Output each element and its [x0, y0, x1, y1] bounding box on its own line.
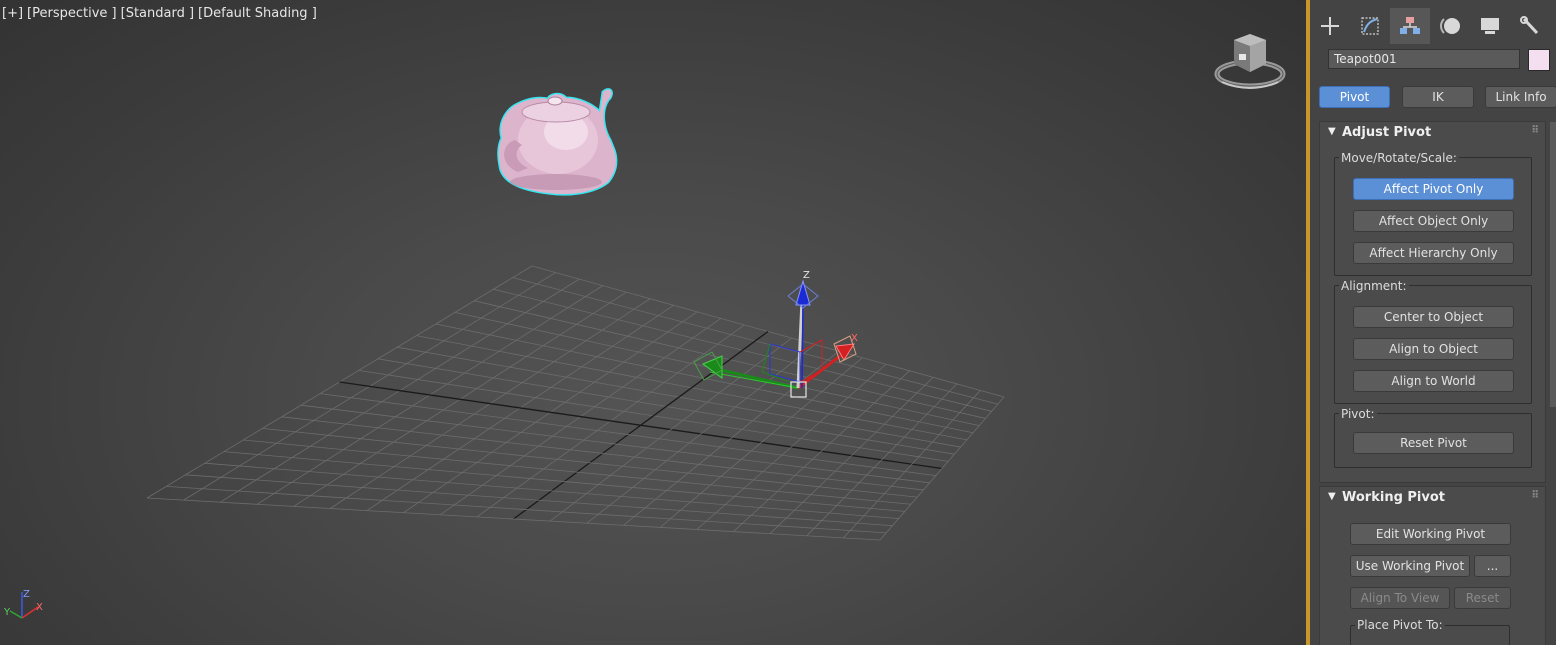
- use-working-pivot-button[interactable]: Use Working Pivot: [1350, 555, 1470, 577]
- affect-object-only-button[interactable]: Affect Object Only: [1353, 210, 1514, 232]
- home-grid: [146, 265, 1005, 541]
- collapse-triangle-icon: ▼: [1328, 491, 1336, 502]
- working-pivot-more-button[interactable]: ...: [1474, 555, 1511, 577]
- grid-line: [204, 462, 899, 519]
- hierarchy-icon: [1400, 17, 1420, 34]
- align-to-world-button[interactable]: Align to World: [1353, 370, 1514, 392]
- subtab-ik[interactable]: IK: [1402, 86, 1474, 108]
- gizmo-z-label: Z: [803, 270, 810, 281]
- tab-display[interactable]: [1470, 8, 1510, 44]
- tab-motion[interactable]: [1430, 8, 1470, 44]
- perspective-viewport[interactable]: Z X [+] [Perspective ] [Standard ] [Defa…: [0, 0, 1306, 645]
- command-panel-scrollbar[interactable]: [1550, 122, 1556, 407]
- command-panel-tabs: [1310, 8, 1556, 44]
- display-icon: [1481, 18, 1499, 34]
- alignment-label: Alignment:: [1339, 279, 1409, 293]
- object-color-swatch[interactable]: [1528, 49, 1550, 71]
- motion-icon: [1440, 18, 1460, 34]
- collapse-triangle-icon: ▼: [1328, 126, 1336, 137]
- grid-line: [166, 486, 887, 534]
- align-to-view-button[interactable]: Align To View: [1350, 587, 1450, 609]
- reset-pivot-button[interactable]: Reset Pivot: [1353, 432, 1514, 454]
- move-rotate-scale-label: Move/Rotate/Scale:: [1339, 151, 1459, 165]
- affect-pivot-only-button[interactable]: Affect Pivot Only: [1353, 178, 1514, 200]
- move-rotate-scale-group: Move/Rotate/Scale: Affect Pivot Only Aff…: [1334, 151, 1532, 276]
- axis-z-label: Z: [23, 589, 30, 600]
- rollout-grip-icon[interactable]: ⠿: [1531, 125, 1539, 136]
- object-name-field[interactable]: [1328, 49, 1520, 69]
- subtab-link-info[interactable]: Link Info: [1485, 86, 1556, 108]
- utilities-wrench-icon: [1520, 16, 1539, 35]
- grid-line: [806, 383, 958, 537]
- pivot-group-label: Pivot:: [1339, 407, 1377, 421]
- tab-hierarchy[interactable]: [1390, 8, 1430, 44]
- viewport-shading-menu[interactable]: [Default Shading ]: [198, 6, 317, 21]
- place-pivot-to-label: Place Pivot To:: [1355, 618, 1445, 632]
- alignment-group: Alignment: Center to Object Align to Obj…: [1334, 279, 1532, 404]
- teapot-object[interactable]: [497, 88, 618, 196]
- working-pivot-rollout: ▼ Working Pivot ⠿ Edit Working Pivot Use…: [1319, 486, 1546, 645]
- center-to-object-button[interactable]: Center to Object: [1353, 306, 1514, 328]
- axis-x-label: X: [36, 602, 43, 613]
- adjust-pivot-rollout: ▼ Adjust Pivot ⠿ Move/Rotate/Scale: Affe…: [1319, 121, 1546, 483]
- viewport-general-menu[interactable]: [+]: [2, 6, 23, 21]
- grid-line: [185, 474, 893, 527]
- align-to-object-button[interactable]: Align to Object: [1353, 338, 1514, 360]
- edit-working-pivot-button[interactable]: Edit Working Pivot: [1350, 523, 1511, 545]
- viewcube-icon[interactable]: [1212, 30, 1292, 94]
- working-pivot-header[interactable]: ▼ Working Pivot ⠿: [1320, 487, 1545, 509]
- adjust-pivot-title: Adjust Pivot: [1342, 125, 1432, 140]
- grid-line: [146, 497, 881, 541]
- working-pivot-title: Working Pivot: [1342, 490, 1446, 505]
- tab-utilities[interactable]: [1510, 8, 1550, 44]
- scene-canvas[interactable]: Z X: [0, 0, 1306, 645]
- grid-line: [879, 396, 1005, 541]
- affect-hierarchy-only-button[interactable]: Affect Hierarchy Only: [1353, 242, 1514, 264]
- axis-tripod-icon: Z X Y: [3, 589, 43, 619]
- viewport-label-menu: [+] [Perspective ] [Standard ] [Default …: [2, 6, 317, 21]
- working-pivot-reset-button[interactable]: Reset: [1454, 587, 1511, 609]
- adjust-pivot-header[interactable]: ▼ Adjust Pivot ⠿: [1320, 122, 1545, 144]
- pivot-group: Pivot: Reset Pivot: [1334, 407, 1532, 468]
- tab-modify[interactable]: [1350, 8, 1390, 44]
- tab-create[interactable]: [1310, 8, 1350, 44]
- place-pivot-to-group: Place Pivot To:: [1350, 618, 1510, 645]
- viewport-style-menu[interactable]: [Standard ]: [121, 6, 194, 21]
- subtab-pivot[interactable]: Pivot: [1319, 86, 1390, 108]
- gizmo-x-label: X: [851, 333, 858, 344]
- rollout-grip-icon[interactable]: ⠿: [1531, 490, 1539, 501]
- modify-icon: [1361, 17, 1379, 35]
- axis-y-label: Y: [3, 607, 11, 618]
- command-panel: Pivot IK Link Info ▼ Adjust Pivot ⠿ Move…: [1310, 0, 1556, 645]
- create-plus-icon: [1321, 17, 1339, 35]
- viewport-point-of-view-menu[interactable]: [Perspective ]: [27, 6, 117, 21]
